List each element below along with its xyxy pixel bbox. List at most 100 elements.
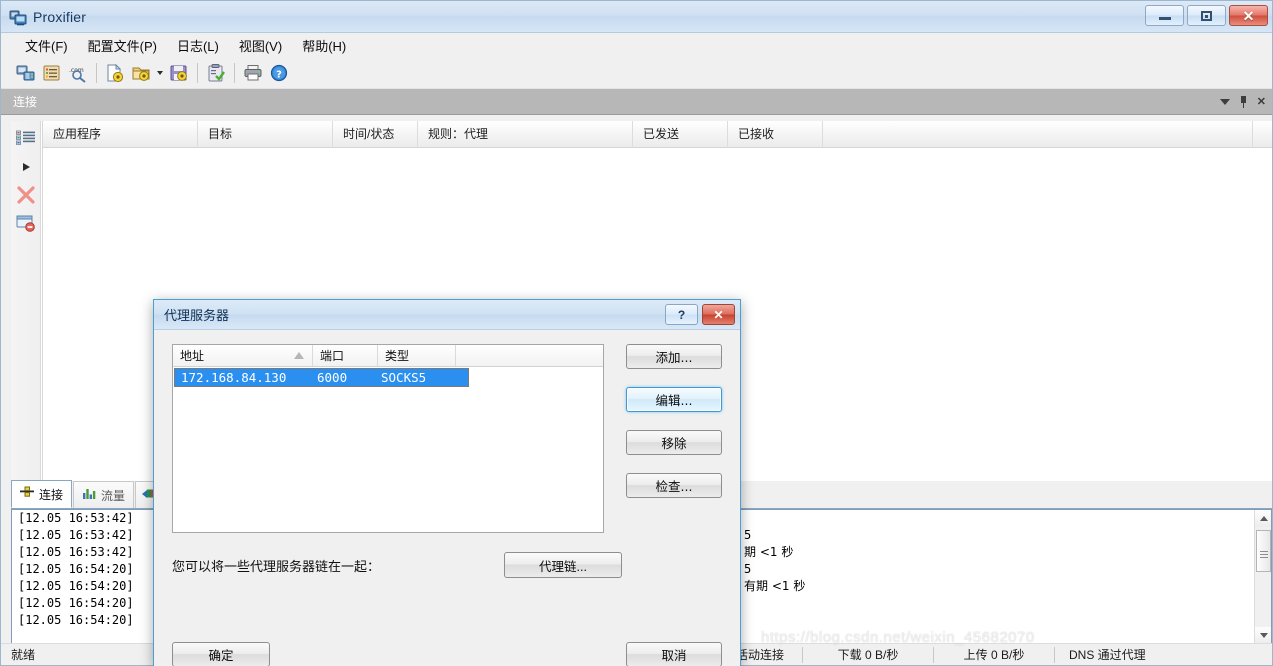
proxy-chain-button[interactable]: 代理链... — [504, 552, 622, 578]
log-line: [12.05 16:54:20] — [18, 579, 134, 593]
new-profile-icon[interactable] — [102, 60, 128, 86]
menu-log[interactable]: 日志(L) — [167, 34, 229, 57]
main-toolbar: .com ? — [1, 57, 1272, 89]
column-spacer — [823, 120, 1253, 148]
log-line: 5 — [744, 562, 752, 576]
tab-connections[interactable]: 连接 — [11, 480, 73, 508]
menu-bar: 文件(F) 配置文件(P) 日志(L) 视图(V) 帮助(H) — [1, 33, 1272, 57]
scroll-up-arrow[interactable] — [1255, 510, 1271, 527]
menu-file[interactable]: 文件(F) — [15, 34, 78, 57]
tab-traffic[interactable]: 流量 — [73, 481, 135, 508]
menu-profile[interactable]: 配置文件(P) — [78, 34, 167, 57]
column-target[interactable]: 目标 — [198, 120, 333, 148]
proxy-servers-icon[interactable] — [13, 60, 39, 86]
panel-caption-label: 连接 — [13, 95, 38, 109]
chevron-down-icon[interactable] — [1219, 99, 1230, 105]
dialog-side-buttons: 添加... 编辑... 移除 检查... — [626, 344, 722, 516]
proxy-list-header: 地址 端口 类型 — [173, 345, 603, 367]
column-port[interactable]: 端口 — [313, 345, 378, 366]
cancel-button[interactable]: 取消 — [626, 642, 722, 666]
log-pane-right[interactable]: 5 期 <1 秒 5 有期 <1 秒 — [738, 509, 1272, 645]
dialog-help-button[interactable]: ? — [665, 304, 698, 325]
pin-icon[interactable] — [1239, 96, 1248, 108]
save-profile-icon[interactable] — [166, 60, 192, 86]
column-time-status[interactable]: 时间/状态 — [333, 120, 418, 148]
status-download: 下载 0 B/秒 — [837, 648, 899, 662]
panel-caption-icons: ✕ — [1219, 89, 1266, 115]
maximize-button[interactable] — [1187, 5, 1226, 26]
log-line: [12.05 16:54:20] — [18, 596, 134, 610]
tab-traffic-label: 流量 — [101, 488, 126, 503]
check-button[interactable]: 检查... — [626, 473, 722, 498]
add-button[interactable]: 添加... — [626, 344, 722, 369]
proxy-list[interactable]: 地址 端口 类型 172.168.84.130 6000 SOCKS5 — [172, 344, 604, 533]
connections-icon — [20, 486, 35, 502]
status-upload: 上传 0 B/秒 — [963, 648, 1025, 662]
close-x-icon[interactable] — [15, 184, 37, 206]
scroll-down-arrow[interactable] — [1255, 627, 1271, 644]
open-profile-dropdown[interactable] — [154, 60, 166, 86]
question-mark-icon: ? — [677, 307, 686, 322]
cell-address: 172.168.84.130 — [181, 370, 287, 385]
menu-view[interactable]: 视图(V) — [229, 34, 292, 57]
play-icon[interactable] — [15, 156, 37, 178]
log-line: 期 <1 秒 — [744, 545, 794, 559]
window-titlebar: Proxifier ✕ — [1, 1, 1272, 33]
proxifier-window: Proxifier ✕ 文件(F) 配置文件(P) 日志(L) 视图(V) 帮助… — [0, 0, 1273, 666]
minimize-button[interactable] — [1145, 5, 1184, 26]
column-rule-proxy[interactable]: 规则：代理 — [418, 120, 633, 148]
name-resolution-icon[interactable]: .com — [65, 60, 91, 86]
column-application[interactable]: 应用程序 — [43, 120, 198, 148]
toolbar-separator-1 — [96, 62, 97, 83]
close-button[interactable]: ✕ — [1229, 5, 1268, 26]
proxification-rules-icon[interactable] — [39, 60, 65, 86]
remove-button[interactable]: 移除 — [626, 430, 722, 455]
open-profile-icon[interactable] — [128, 60, 154, 86]
connections-table-header: 应用程序 目标 时间/状态 规则：代理 已发送 已接收 — [43, 120, 1272, 148]
proxy-chain-row: 您可以将一些代理服务器链在一起： 代理链... — [172, 552, 724, 578]
toolbar-separator-2 — [197, 62, 198, 83]
verify-config-icon[interactable] — [203, 60, 229, 86]
traffic-chart-icon — [82, 487, 97, 503]
scroll-thumb[interactable] — [1256, 530, 1271, 572]
scroll-down-icon — [1259, 633, 1268, 638]
print-icon[interactable] — [240, 60, 266, 86]
close-icon[interactable]: ✕ — [1257, 96, 1266, 108]
help-icon[interactable]: ? — [266, 60, 292, 86]
log-line: [12.05 16:53:42] — [18, 545, 134, 559]
status-dns: DNS 通过代理 — [1069, 648, 1146, 662]
list-view-icon[interactable] — [15, 127, 37, 149]
edit-button[interactable]: 编辑... — [626, 387, 722, 412]
dialog-close-button[interactable]: ✕ — [702, 304, 735, 325]
close-icon: ✕ — [1242, 7, 1255, 24]
log-line: 有期 <1 秒 — [744, 579, 806, 593]
minimize-icon — [1158, 17, 1171, 20]
tab-connections-label: 连接 — [39, 487, 64, 502]
ok-button[interactable]: 确定 — [172, 642, 270, 666]
table-row[interactable]: 172.168.84.130 6000 SOCKS5 — [174, 368, 469, 387]
cell-type: SOCKS5 — [381, 370, 427, 385]
column-address-label: 地址 — [180, 349, 205, 363]
window-title: Proxifier — [33, 8, 87, 25]
status-ready: 就绪 — [11, 648, 36, 662]
dialog-title-buttons: ? ✕ — [665, 304, 735, 325]
log-line: [12.05 16:54:20] — [18, 562, 134, 576]
log-line: [12.05 16:53:42] — [18, 528, 134, 542]
close-icon: ✕ — [713, 307, 724, 322]
toolbar-separator-3 — [234, 62, 235, 83]
dialog-titlebar: 代理服务器 ? ✕ — [154, 300, 740, 330]
proxy-servers-dialog: 代理服务器 ? ✕ 地址 端口 类型 172.168.84.130 6000 S… — [153, 299, 741, 666]
menu-help[interactable]: 帮助(H) — [292, 34, 356, 57]
column-received[interactable]: 已接收 — [728, 120, 823, 148]
proxy-chain-label: 您可以将一些代理服务器链在一起： — [172, 558, 381, 574]
column-address[interactable]: 地址 — [173, 345, 313, 366]
connections-panel-caption: 连接 ✕ — [1, 89, 1272, 115]
log-line: [12.05 16:54:20] — [18, 613, 134, 627]
column-type[interactable]: 类型 — [378, 345, 456, 366]
block-window-icon[interactable] — [15, 212, 37, 234]
column-sent[interactable]: 已发送 — [633, 120, 728, 148]
log-scrollbar[interactable] — [1254, 510, 1271, 644]
column-spacer — [456, 345, 603, 366]
log-pane-left[interactable]: [12.05 16:53:42] [12.05 16:53:42] [12.05… — [11, 509, 159, 645]
